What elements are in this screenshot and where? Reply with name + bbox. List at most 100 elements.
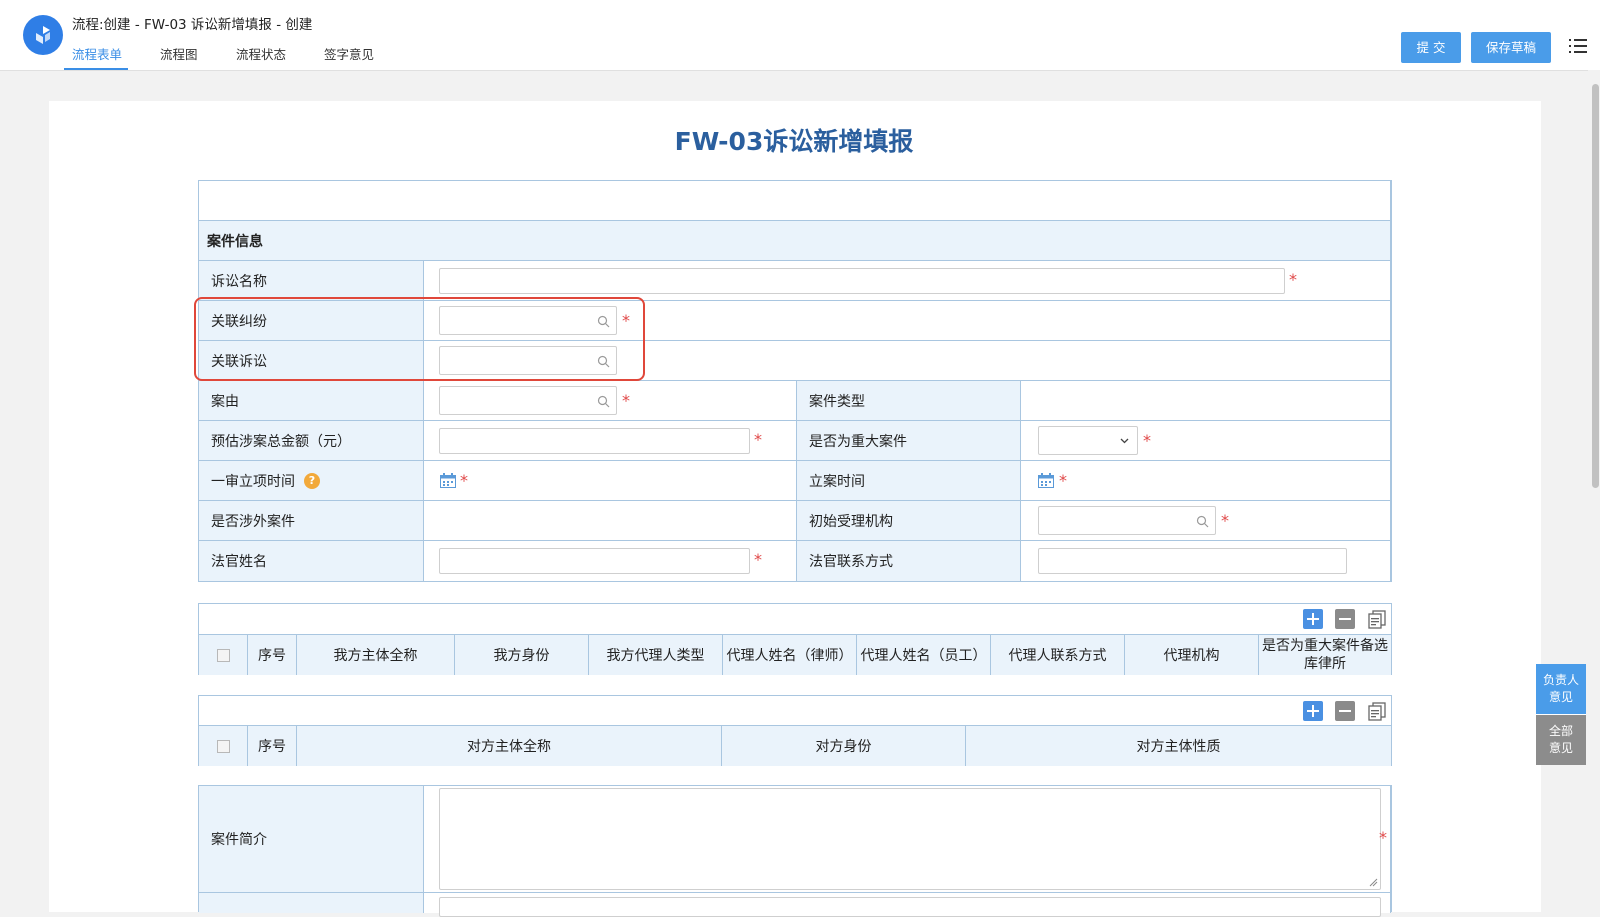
tab-sign-opinion[interactable]: 签字意见	[324, 44, 374, 63]
column-header: 是否为重大案件备选库律所	[1259, 635, 1391, 675]
is-foreign-case-label: 是否涉外案件	[199, 501, 424, 541]
case-type-label: 案件类型	[797, 381, 1021, 421]
first-instance-time-label-text: 一审立项时间	[211, 473, 295, 490]
is-major-case-label-text: 是否为重大案件	[809, 433, 907, 450]
help-icon[interactable]: ?	[304, 473, 320, 489]
case-cause-input[interactable]	[439, 386, 617, 415]
copy-row-button[interactable]	[1367, 701, 1387, 721]
select-all-checkbox[interactable]	[216, 739, 230, 753]
related-lawsuit-cell	[424, 341, 1391, 381]
is-major-case-label: 是否为重大案件	[797, 421, 1021, 461]
column-header: 代理人姓名（律师）	[723, 635, 857, 675]
tab-flow-chart[interactable]: 流程图	[160, 44, 198, 63]
submit-button[interactable]: 提 交	[1401, 32, 1461, 63]
case-summary-textarea[interactable]	[439, 788, 1381, 890]
case-summary-cell: *	[424, 786, 1391, 893]
remove-row-button[interactable]	[1335, 609, 1355, 629]
save-draft-button[interactable]: 保存草稿	[1471, 32, 1551, 63]
select-all-cell	[199, 726, 248, 766]
is-major-case-select[interactable]	[1038, 426, 1138, 455]
estimated-amount-input[interactable]	[439, 428, 750, 454]
responsible-opinion-label: 负责人意见	[1543, 673, 1580, 704]
calendar-icon[interactable]	[440, 473, 456, 488]
add-row-button[interactable]	[1303, 609, 1323, 629]
required-mark: *	[754, 430, 762, 449]
column-header: 我方身份	[455, 635, 589, 675]
copy-icon	[1368, 610, 1386, 629]
judge-contact-input[interactable]	[1038, 548, 1347, 574]
case-type-label-text: 案件类型	[809, 393, 865, 410]
filing-time-label: 立案时间	[797, 461, 1021, 501]
initial-institution-input[interactable]	[1038, 506, 1216, 535]
search-icon[interactable]	[597, 395, 610, 408]
column-header: 对方主体性质	[966, 726, 1391, 766]
section-heading-label: 案件信息	[207, 233, 263, 250]
select-all-checkbox[interactable]	[216, 648, 230, 662]
column-header: 序号	[248, 635, 297, 675]
our-party-header-row: 序号 我方主体全称 我方身份 我方代理人类型 代理人姓名（律师） 代理人姓名（员…	[199, 634, 1391, 675]
lawsuit-name-label: 诉讼名称	[199, 261, 424, 301]
app-logo-icon	[36, 26, 50, 44]
scrollbar-thumb[interactable]	[1592, 84, 1599, 488]
first-instance-time-cell: *	[424, 461, 797, 501]
column-header: 我方代理人类型	[589, 635, 723, 675]
column-header: 代理机构	[1125, 635, 1259, 675]
top-bar: 流程:创建 - FW-03 诉讼新增填报 - 创建 流程表单 流程图 流程状态 …	[0, 0, 1600, 71]
initial-institution-label-text: 初始受理机构	[809, 513, 893, 530]
resize-handle-icon[interactable]	[1369, 878, 1378, 887]
remove-row-button[interactable]	[1335, 701, 1355, 721]
next-row-input[interactable]	[439, 897, 1381, 917]
related-lawsuit-input[interactable]	[439, 346, 617, 375]
responsible-opinion-button[interactable]: 负责人意见	[1536, 664, 1586, 714]
related-dispute-label: 关联纠纷	[199, 301, 424, 341]
select-all-cell	[199, 635, 248, 675]
next-row-cell	[424, 893, 1391, 917]
is-foreign-case-label-text: 是否涉外案件	[211, 513, 295, 530]
add-row-button[interactable]	[1303, 701, 1323, 721]
search-icon[interactable]	[1196, 515, 1209, 528]
judge-contact-cell	[1021, 541, 1391, 581]
related-lawsuit-label: 关联诉讼	[199, 341, 424, 381]
initial-institution-cell: *	[1021, 501, 1391, 541]
judge-name-input[interactable]	[439, 548, 750, 574]
case-cause-cell: *	[424, 381, 797, 421]
tab-flow-status[interactable]: 流程状态	[236, 44, 286, 63]
app-logo	[23, 15, 63, 55]
required-mark: *	[460, 471, 468, 490]
calendar-icon[interactable]	[1038, 473, 1054, 488]
required-mark: *	[1059, 471, 1067, 490]
search-icon[interactable]	[597, 355, 610, 368]
lawsuit-name-input[interactable]	[439, 268, 1285, 294]
required-mark: *	[1143, 431, 1151, 450]
opposing-party-table: 序号 对方主体全称 对方身份 对方主体性质	[198, 695, 1392, 766]
required-mark: *	[622, 311, 630, 330]
related-dispute-input[interactable]	[439, 306, 617, 335]
search-icon[interactable]	[597, 315, 610, 328]
required-mark: *	[1379, 828, 1387, 847]
filing-time-label-text: 立案时间	[809, 473, 865, 490]
section-heading-case-info: 案件信息	[199, 221, 1391, 261]
minus-icon	[1339, 710, 1351, 712]
next-row-label	[199, 893, 424, 913]
case-type-cell	[1021, 381, 1391, 421]
list-menu-icon[interactable]	[1569, 38, 1587, 58]
judge-name-label-text: 法官姓名	[211, 554, 267, 570]
case-cause-label-text: 案由	[211, 393, 239, 410]
copy-row-button[interactable]	[1367, 609, 1387, 629]
tab-flow-form[interactable]: 流程表单	[72, 44, 122, 63]
estimated-amount-label-text: 预估涉案总金额（元）	[211, 433, 351, 450]
form-title: FW-03诉讼新增填报	[674, 127, 914, 156]
filing-time-cell: *	[1021, 461, 1391, 501]
our-party-table: 序号 我方主体全称 我方身份 我方代理人类型 代理人姓名（律师） 代理人姓名（员…	[198, 603, 1392, 675]
is-major-case-cell: *	[1021, 421, 1391, 461]
column-header: 对方身份	[722, 726, 966, 766]
required-mark: *	[1289, 270, 1297, 289]
case-summary-label: 案件简介	[199, 786, 424, 893]
judge-contact-label-text: 法官联系方式	[809, 554, 893, 570]
chevron-down-icon	[1120, 438, 1129, 444]
judge-name-label: 法官姓名	[199, 541, 424, 581]
column-header: 我方主体全称	[297, 635, 455, 675]
all-opinions-button[interactable]: 全部意见	[1536, 715, 1586, 765]
column-header: 代理人联系方式	[991, 635, 1125, 675]
judge-name-cell: *	[424, 541, 797, 581]
